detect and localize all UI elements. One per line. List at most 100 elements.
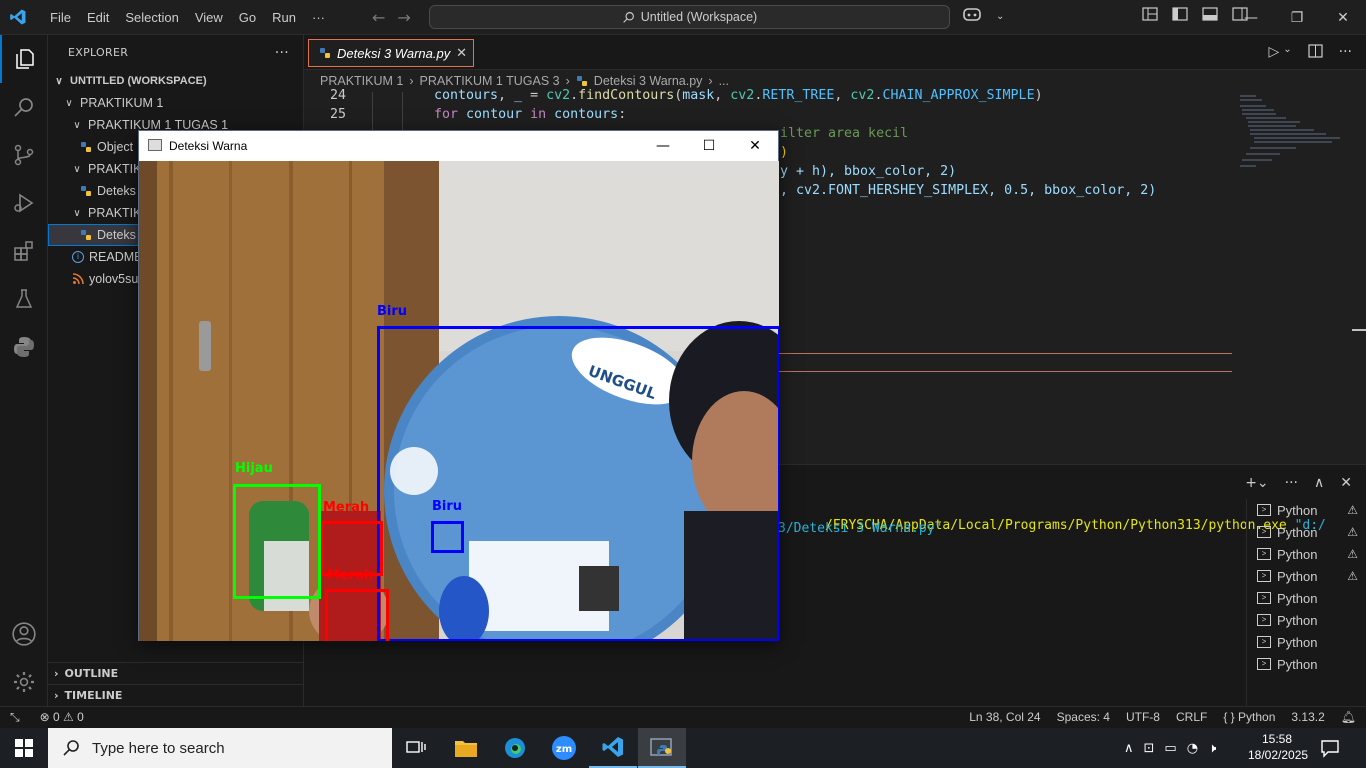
warning-icon: ⚠ xyxy=(1347,547,1358,561)
terminal-session[interactable]: > Python xyxy=(1247,653,1366,675)
more-actions-icon[interactable]: ··· xyxy=(1285,475,1298,491)
terminal-session[interactable]: > Python ⚠ xyxy=(1247,543,1366,565)
more-actions-icon[interactable]: ··· xyxy=(275,45,289,61)
menu-selection[interactable]: Selection xyxy=(117,10,186,25)
python-icon[interactable] xyxy=(0,323,48,371)
menu-go[interactable]: Go xyxy=(231,10,264,25)
battery-icon[interactable]: ▭ xyxy=(1164,741,1176,756)
search-icon xyxy=(622,11,634,23)
menu-more[interactable]: ··· xyxy=(304,10,333,25)
back-arrow-icon[interactable]: ← xyxy=(372,8,385,27)
chevron-down-icon: ∨ xyxy=(73,163,81,175)
tree-item-label: PRAKTIK xyxy=(88,206,142,220)
breadcrumb-item[interactable]: ... xyxy=(719,74,729,88)
windows-start-icon[interactable] xyxy=(0,728,48,768)
minimize-icon[interactable]: — xyxy=(640,131,686,161)
taskbar-search[interactable]: Type here to search xyxy=(48,728,392,768)
close-icon[interactable]: ✕ xyxy=(1320,0,1366,35)
chevron-right-icon: › xyxy=(54,667,59,680)
zoom-app-icon[interactable]: zm xyxy=(540,728,588,768)
chevron-down-icon: ∨ xyxy=(73,207,81,219)
close-tab-icon[interactable]: ✕ xyxy=(456,45,467,61)
restore-icon[interactable]: ❐ xyxy=(1274,0,1320,35)
line-ending[interactable]: CRLF xyxy=(1176,710,1207,724)
command-center-search[interactable]: Untitled (Workspace) xyxy=(429,5,950,29)
terminal-session[interactable]: > Python xyxy=(1247,587,1366,609)
webcam-in-use-icon[interactable]: ⊡ xyxy=(1144,741,1155,756)
terminal-session[interactable]: > Python ⚠ xyxy=(1247,521,1366,543)
cursor-position[interactable]: Ln 38, Col 24 xyxy=(969,710,1040,724)
run-file-icon[interactable]: ▷ xyxy=(1268,44,1279,62)
vscode-taskbar-icon[interactable] xyxy=(589,728,637,768)
python-version[interactable]: 3.13.2 xyxy=(1291,710,1324,724)
panel-actions: +⌄ ··· ∧ ✕ xyxy=(1245,475,1352,491)
close-panel-icon[interactable]: ✕ xyxy=(1340,475,1352,491)
menu-file[interactable]: File xyxy=(42,10,79,25)
menu-view[interactable]: View xyxy=(187,10,231,25)
chevron-up-icon[interactable]: ∧ xyxy=(1124,741,1134,756)
chevron-down-icon: ∨ xyxy=(73,119,81,131)
opencv-title-bar[interactable]: Deteksi Warna — ☐ ✕ xyxy=(139,131,778,161)
file-explorer-icon[interactable] xyxy=(442,728,490,768)
forward-arrow-icon[interactable]: → xyxy=(397,8,410,27)
taskbar-clock[interactable]: 15:58 18/02/2025 xyxy=(1248,731,1308,763)
maximize-icon[interactable]: ☐ xyxy=(686,131,732,161)
outline-label: OUTLINE xyxy=(64,667,119,680)
info-icon: i xyxy=(72,251,84,263)
search-icon[interactable] xyxy=(0,83,48,131)
new-terminal-icon[interactable]: +⌄ xyxy=(1245,475,1268,491)
indentation[interactable]: Spaces: 4 xyxy=(1057,710,1110,724)
problems-indicator[interactable]: ⊗ 0 ⚠ 0 xyxy=(40,710,84,725)
extensions-icon[interactable] xyxy=(0,227,48,275)
breadcrumb-item[interactable]: PRAKTIKUM 1 xyxy=(320,74,403,88)
notifications-bell-icon[interactable]: 🔔︎ xyxy=(1341,710,1356,724)
python-opencv-taskbar-icon[interactable] xyxy=(638,728,686,768)
customize-layout-icon[interactable] xyxy=(1142,7,1158,25)
wifi-icon[interactable]: ◔ xyxy=(1187,741,1198,756)
menu-edit[interactable]: Edit xyxy=(79,10,117,25)
terminal-icon: > xyxy=(1257,614,1271,626)
terminal-session[interactable]: > Python xyxy=(1247,609,1366,631)
language-mode[interactable]: { } Python xyxy=(1223,710,1275,724)
source-control-icon[interactable] xyxy=(0,131,48,179)
breadcrumb-item[interactable]: Deteksi 3 Warna.py xyxy=(594,74,703,88)
minimap[interactable] xyxy=(1236,92,1356,182)
warning-icon: ⚠ xyxy=(1347,525,1358,539)
chevron-down-icon[interactable]: ⌄ xyxy=(1283,44,1291,62)
volume-muted-icon[interactable]: 🕨︎ xyxy=(1208,741,1216,756)
scrollbar-indicator[interactable] xyxy=(1352,329,1366,331)
tree-item-label: PRAKTIKUM 1 xyxy=(80,96,164,110)
timeline-section[interactable]: › TIMELINE xyxy=(48,684,304,706)
account-icon[interactable] xyxy=(0,610,48,658)
testing-flask-icon[interactable] xyxy=(0,275,48,323)
chevron-down-icon[interactable]: ⌄ xyxy=(996,11,1004,22)
webcam-frame: UNGGUL Biru Biru Hijau Merah Merah xyxy=(139,161,779,641)
notification-center-icon[interactable] xyxy=(1320,738,1340,762)
tab-deteksi-3-warna[interactable]: Deteksi 3 Warna.py ✕ xyxy=(308,39,474,67)
terminal-session[interactable]: > Python ⚠ xyxy=(1247,499,1366,521)
more-actions-icon[interactable]: ··· xyxy=(1339,44,1352,62)
close-icon[interactable]: ✕ xyxy=(732,131,778,161)
breadcrumb-item[interactable]: PRAKTIKUM 1 TUGAS 3 xyxy=(420,74,560,88)
minimize-icon[interactable]: — xyxy=(1228,0,1274,35)
menu-run[interactable]: Run xyxy=(264,10,304,25)
folder-praktikum-1[interactable]: ∨ PRAKTIKUM 1 xyxy=(48,92,304,114)
edge-browser-icon[interactable] xyxy=(491,728,539,768)
terminal-session[interactable]: > Python ⚠ xyxy=(1247,565,1366,587)
maximize-panel-icon[interactable]: ∧ xyxy=(1314,475,1324,491)
outline-section[interactable]: › OUTLINE xyxy=(48,662,304,684)
search-icon xyxy=(63,740,79,756)
run-debug-icon[interactable] xyxy=(0,179,48,227)
remote-icon[interactable]: ⤡ xyxy=(10,710,20,725)
split-editor-icon[interactable] xyxy=(1308,44,1323,62)
workspace-root[interactable]: ∨ UNTITLED (WORKSPACE) xyxy=(48,70,304,92)
toggle-panel-icon[interactable] xyxy=(1202,7,1218,25)
task-view-icon[interactable] xyxy=(392,728,440,768)
session-label: Python xyxy=(1277,568,1318,584)
terminal-session[interactable]: > Python xyxy=(1247,631,1366,653)
explorer-icon[interactable] xyxy=(0,35,48,83)
encoding[interactable]: UTF-8 xyxy=(1126,710,1160,724)
copilot-icon[interactable] xyxy=(962,6,982,26)
settings-gear-icon[interactable] xyxy=(0,658,48,706)
toggle-primary-sidebar-icon[interactable] xyxy=(1172,7,1188,25)
